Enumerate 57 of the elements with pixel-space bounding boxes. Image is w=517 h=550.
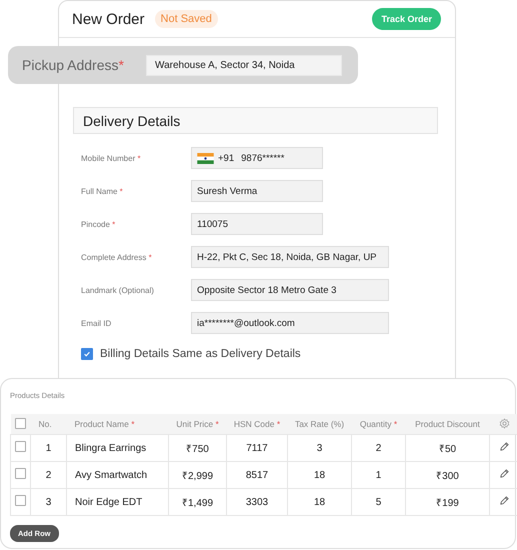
column-header: Tax Rate (%) bbox=[288, 414, 352, 434]
table-cell: 3 bbox=[288, 434, 352, 462]
table-cell: 18 bbox=[288, 462, 352, 488]
input-field[interactable]: 110075 bbox=[191, 213, 323, 235]
table-cell: ₹750 bbox=[168, 434, 226, 462]
input-field[interactable]: Warehouse A, Sector 34, Noida bbox=[146, 54, 342, 76]
flag-icon bbox=[197, 152, 214, 164]
checkbox[interactable] bbox=[81, 348, 93, 360]
field-label: Landmark (Optional) bbox=[80, 286, 155, 294]
table-cell: 1 bbox=[30, 434, 66, 462]
page-title: New Order bbox=[72, 10, 145, 28]
table-cell: ₹1,499 bbox=[168, 488, 226, 516]
table-cell: ₹50 bbox=[406, 434, 490, 462]
table-cell: 3303 bbox=[226, 488, 288, 516]
table-cell: 1 bbox=[352, 462, 406, 488]
input-field[interactable]: H-22, Pkt C, Sec 18, Noida, GB Nagar, UP bbox=[191, 246, 389, 268]
pencil-icon[interactable] bbox=[498, 468, 510, 479]
check-icon bbox=[83, 350, 91, 358]
field-label: Email ID bbox=[80, 318, 112, 328]
pencil-icon[interactable] bbox=[498, 441, 510, 452]
table-cell: 2 bbox=[352, 434, 406, 462]
phone-field[interactable]: +91 9876****** bbox=[191, 147, 323, 169]
table-cell: Noir Edge EDT bbox=[66, 488, 168, 516]
column-header: No. bbox=[30, 414, 66, 434]
table-cell: 5 bbox=[352, 488, 406, 516]
section-title: Delivery Details bbox=[83, 112, 180, 128]
checkbox[interactable] bbox=[15, 418, 26, 428]
table-cell: Blingra Earrings bbox=[66, 434, 168, 462]
table-cell: 8517 bbox=[226, 462, 288, 488]
checkbox[interactable] bbox=[15, 495, 26, 506]
checkbox-label: Billing Details Same as Delivery Details bbox=[100, 348, 301, 360]
settings-icon[interactable] bbox=[498, 418, 510, 428]
input-field[interactable]: Suresh Verma bbox=[191, 180, 323, 202]
table-cell: ₹199 bbox=[406, 488, 490, 516]
field-label: Full Name * bbox=[80, 186, 124, 196]
field-label: Pincode * bbox=[80, 220, 116, 228]
column-header: Product Discount bbox=[406, 414, 490, 434]
column-header: Product Name * bbox=[66, 414, 168, 434]
table-cell: ₹300 bbox=[406, 462, 490, 488]
table-cell: 18 bbox=[288, 488, 352, 516]
table-cell: 3 bbox=[30, 488, 66, 516]
column-header: Quantity * bbox=[352, 414, 406, 434]
column-header: Unit Price * bbox=[168, 414, 226, 434]
field-label: Pickup Address* bbox=[22, 57, 125, 73]
checkbox[interactable] bbox=[15, 468, 26, 479]
input-field[interactable]: ia********@outlook.com bbox=[191, 312, 389, 334]
table-cell: 2 bbox=[30, 462, 66, 488]
column-header: HSN Code * bbox=[226, 414, 288, 434]
field-label: Complete Address * bbox=[80, 252, 153, 262]
table-cell: Avy Smartwatch bbox=[66, 462, 168, 488]
pencil-icon[interactable] bbox=[498, 495, 510, 506]
status-badge: Not Saved bbox=[154, 10, 218, 28]
input-field[interactable]: Opposite Sector 18 Metro Gate 3 bbox=[191, 279, 389, 301]
table-cell: ₹2,999 bbox=[168, 462, 226, 488]
field-label: Mobile Number * bbox=[80, 154, 142, 162]
checkbox[interactable] bbox=[15, 441, 26, 452]
table-cell: 7117 bbox=[226, 434, 288, 462]
